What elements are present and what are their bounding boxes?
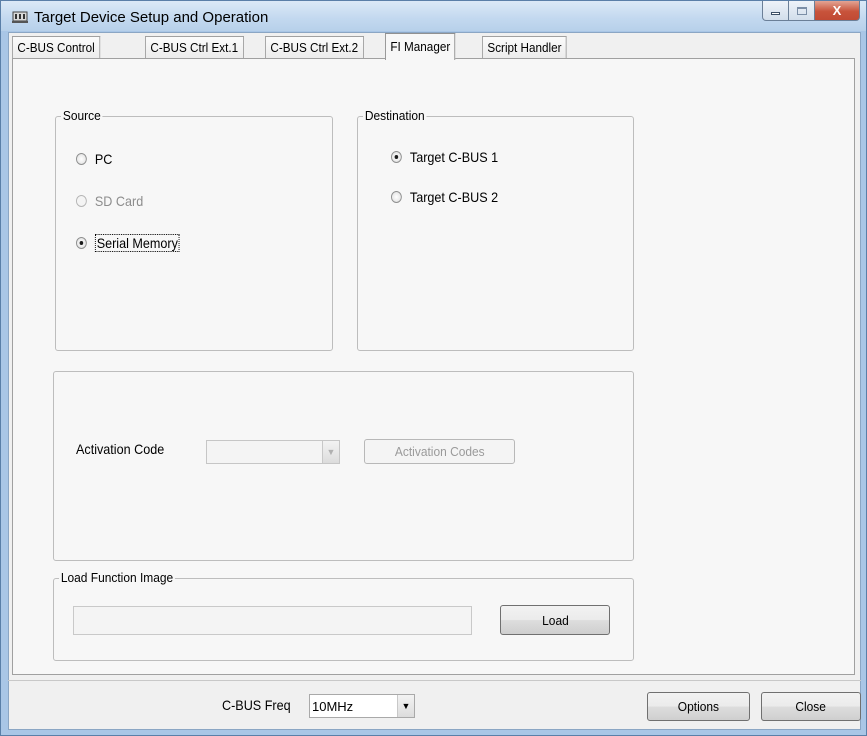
footer-divider bbox=[8, 680, 861, 681]
app-icon bbox=[12, 11, 28, 23]
close-button-label: Close bbox=[795, 699, 827, 714]
options-button-label: Options bbox=[677, 699, 720, 714]
title-bar[interactable]: Target Device Setup and Operation X bbox=[1, 1, 866, 31]
radio-icon bbox=[76, 237, 87, 249]
tab-cbus-control[interactable]: C-BUS Control bbox=[12, 36, 101, 58]
load-button-label: Load bbox=[541, 612, 569, 628]
tab-label: FI Manager bbox=[390, 39, 451, 54]
radio-icon bbox=[391, 191, 402, 203]
tab-fi-manager[interactable]: FI Manager bbox=[385, 33, 456, 60]
activation-code-combo: ▼ bbox=[206, 440, 340, 464]
radio-icon bbox=[76, 153, 87, 165]
source-group-label: Source bbox=[61, 108, 103, 123]
activation-code-label: Activation Code bbox=[76, 441, 165, 457]
close-icon: X bbox=[832, 3, 842, 18]
tab-cbus-ctrl-ext1[interactable]: C-BUS Ctrl Ext.1 bbox=[145, 36, 244, 58]
minimize-icon bbox=[771, 12, 780, 15]
window-title: Target Device Setup and Operation bbox=[34, 9, 269, 26]
tab-cbus-ctrl-ext2[interactable]: C-BUS Ctrl Ext.2 bbox=[265, 36, 364, 58]
load-function-image-group: Load Function Image Load bbox=[53, 570, 634, 661]
source-sd-card-radio: SD Card bbox=[76, 193, 143, 209]
destination-target-cbus2-radio[interactable]: Target C-BUS 2 bbox=[391, 189, 498, 205]
source-pc-radio[interactable]: PC bbox=[76, 151, 112, 167]
tab-label: C-BUS Ctrl Ext.2 bbox=[270, 40, 359, 55]
activation-group: Activation Code ▼ Activation Codes bbox=[53, 371, 634, 561]
activation-codes-button: Activation Codes bbox=[364, 439, 515, 464]
app-window: Target Device Setup and Operation X C-BU… bbox=[0, 0, 867, 736]
destination-group-label: Destination bbox=[363, 108, 427, 123]
fi-manager-panel: Source PC SD Card Serial Memory Destinat… bbox=[12, 58, 855, 675]
load-button[interactable]: Load bbox=[500, 605, 610, 635]
maximize-icon bbox=[796, 6, 807, 15]
radio-icon bbox=[391, 151, 402, 163]
cbus-freq-combo[interactable]: 10MHz ▼ bbox=[309, 694, 415, 718]
tab-label: C-BUS Ctrl Ext.1 bbox=[150, 40, 239, 55]
function-image-path-field bbox=[73, 606, 472, 635]
maximize-button[interactable] bbox=[789, 1, 815, 21]
cbus-freq-value: 10MHz bbox=[312, 698, 354, 714]
cbus-freq-label: C-BUS Freq bbox=[222, 697, 291, 713]
destination-group: Destination Target C-BUS 1 Target C-BUS … bbox=[357, 108, 634, 351]
dropdown-arrow-icon: ▼ bbox=[397, 695, 414, 717]
radio-label: SD Card bbox=[94, 193, 144, 209]
close-window-button[interactable]: X bbox=[815, 1, 860, 21]
caption-buttons: X bbox=[762, 1, 860, 22]
radio-icon bbox=[76, 195, 87, 207]
radio-label: Target C-BUS 1 bbox=[409, 149, 499, 165]
tab-label: Script Handler bbox=[487, 40, 562, 55]
radio-label: Target C-BUS 2 bbox=[409, 189, 499, 205]
activation-codes-button-label: Activation Codes bbox=[394, 444, 485, 459]
radio-label: PC bbox=[94, 151, 113, 167]
tab-label: C-BUS Control bbox=[17, 40, 95, 55]
dropdown-arrow-icon: ▼ bbox=[322, 441, 339, 463]
destination-target-cbus1-radio[interactable]: Target C-BUS 1 bbox=[391, 149, 498, 165]
tab-script-handler[interactable]: Script Handler bbox=[482, 36, 567, 58]
options-button[interactable]: Options bbox=[647, 692, 750, 721]
close-button[interactable]: Close bbox=[761, 692, 861, 721]
load-function-image-label: Load Function Image bbox=[59, 570, 176, 585]
radio-label: Serial Memory bbox=[94, 234, 180, 252]
source-group: Source PC SD Card Serial Memory bbox=[55, 108, 333, 351]
minimize-button[interactable] bbox=[762, 1, 789, 21]
source-serial-memory-radio[interactable]: Serial Memory bbox=[76, 234, 180, 252]
